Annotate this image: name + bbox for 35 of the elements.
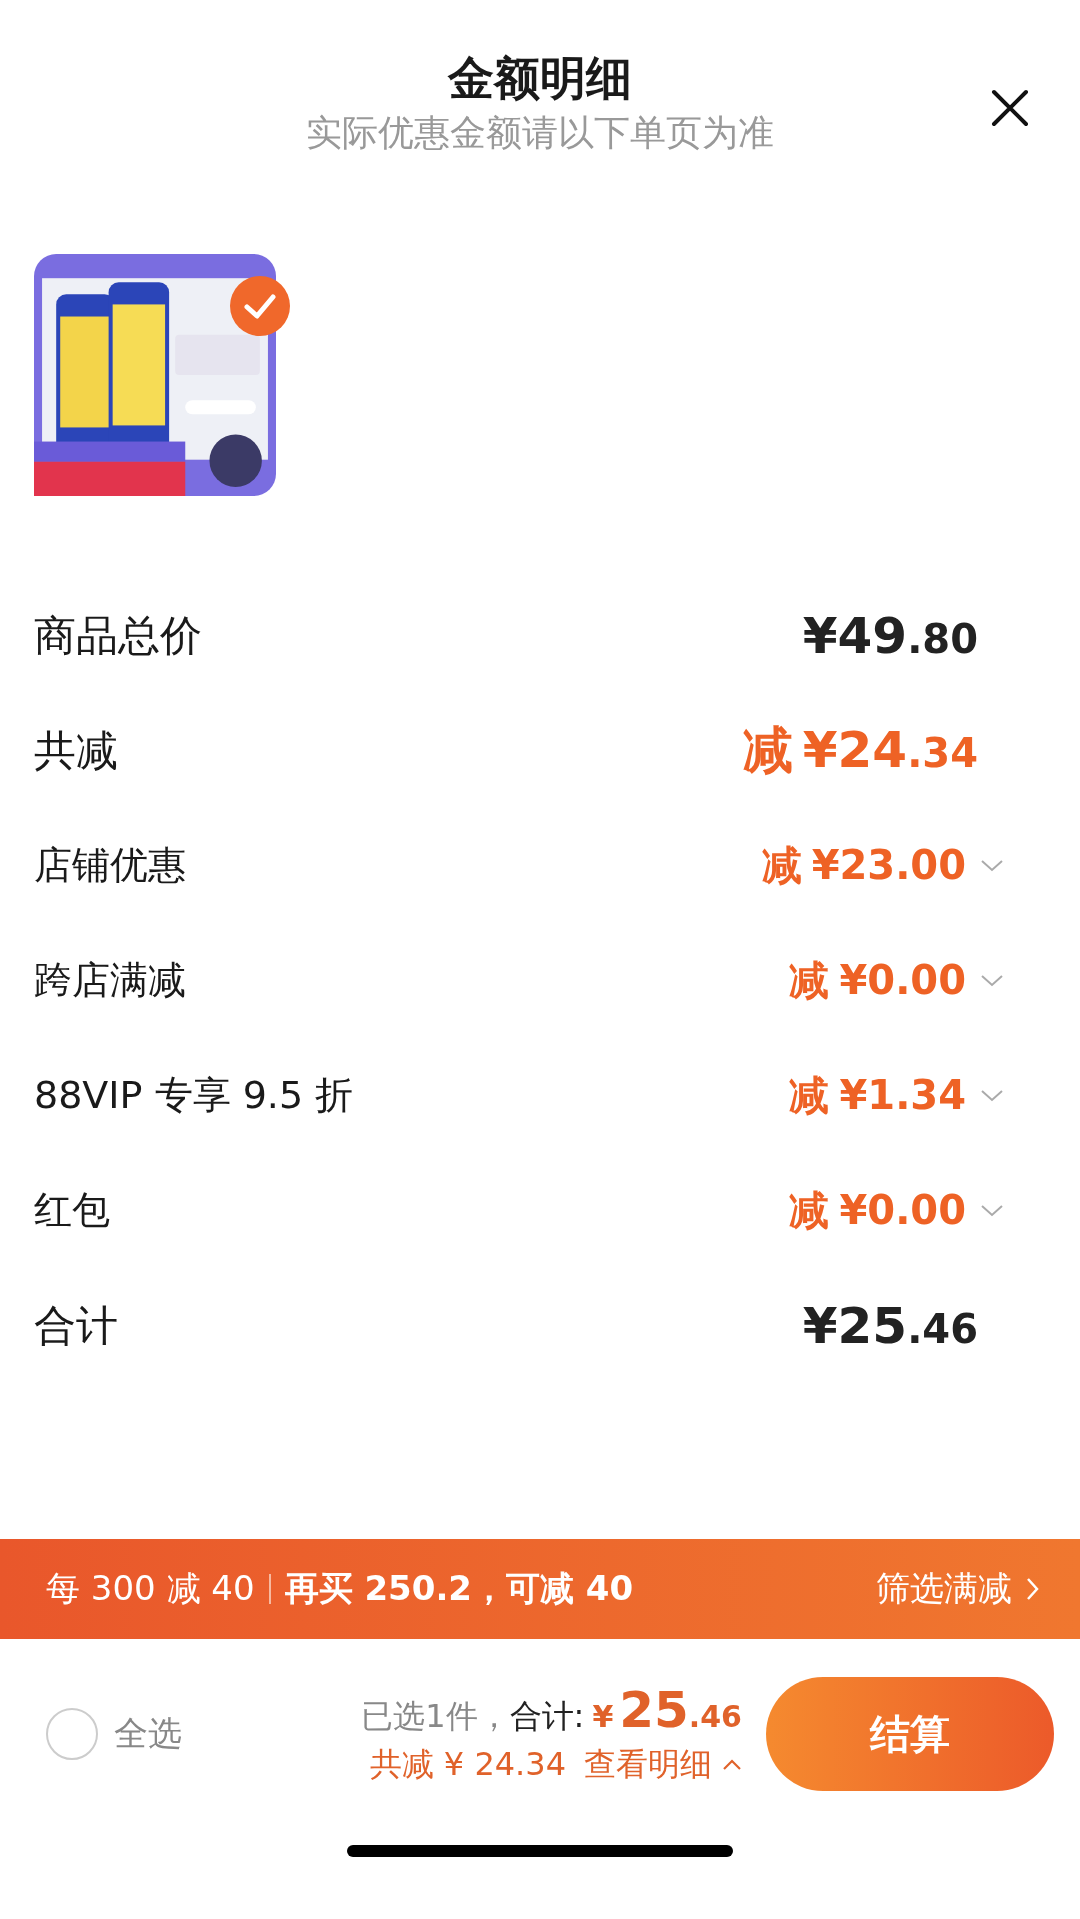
row-label: 红包 bbox=[34, 1187, 110, 1234]
select-all-checkbox[interactable] bbox=[46, 1708, 98, 1760]
details-link[interactable]: 查看明细 bbox=[584, 1743, 712, 1787]
row-label: 88VIP 专享 9.5 折 bbox=[34, 1072, 354, 1119]
amount-value: ¥49.80 bbox=[802, 606, 978, 665]
promo-hint: 再买 250.2，可减 40 bbox=[284, 1567, 634, 1610]
close-icon[interactable] bbox=[990, 88, 1030, 128]
chevron-down-icon[interactable] bbox=[980, 1203, 1004, 1218]
row-label: 共减 bbox=[34, 724, 118, 777]
amount-value: ¥25.46 bbox=[802, 1296, 978, 1355]
promo-rule: 每 300 减 40 bbox=[46, 1567, 255, 1610]
amount-value: 减 ¥23.00 bbox=[761, 841, 966, 890]
amount-value: 减 ¥0.00 bbox=[789, 1186, 966, 1235]
filter-link[interactable]: 筛选满减 bbox=[876, 1566, 1012, 1612]
checkout-button[interactable]: 结算 bbox=[766, 1677, 1054, 1791]
chevron-down-icon[interactable] bbox=[980, 858, 1004, 873]
chevron-right-icon[interactable] bbox=[1026, 1577, 1040, 1601]
chevron-down-icon[interactable] bbox=[980, 1088, 1004, 1103]
row-label: 店铺优惠 bbox=[34, 842, 186, 889]
amount-value: 减 ¥1.34 bbox=[789, 1071, 966, 1120]
amount-value: 减 ¥0.00 bbox=[789, 956, 966, 1005]
total-amount: ¥25.46 bbox=[592, 1681, 742, 1739]
chevron-down-icon[interactable] bbox=[980, 973, 1004, 988]
caret-up-icon[interactable] bbox=[722, 1759, 742, 1771]
row-label: 跨店满减 bbox=[34, 957, 186, 1004]
row-label: 合计 bbox=[34, 1299, 118, 1352]
selected-count: 已选1件， bbox=[361, 1696, 510, 1737]
total-label: 合计: bbox=[509, 1696, 585, 1737]
row-label: 商品总价 bbox=[34, 609, 202, 662]
sheet-title: 金额明细 bbox=[448, 50, 632, 107]
sheet-subtitle: 实际优惠金额请以下单页为准 bbox=[306, 111, 774, 155]
saved-amount: 共减 ¥ 24.34 bbox=[369, 1744, 566, 1785]
amount-value: 减 ¥24.34 bbox=[742, 720, 978, 781]
check-icon[interactable] bbox=[230, 276, 290, 336]
select-all-label[interactable]: 全选 bbox=[114, 1711, 182, 1757]
